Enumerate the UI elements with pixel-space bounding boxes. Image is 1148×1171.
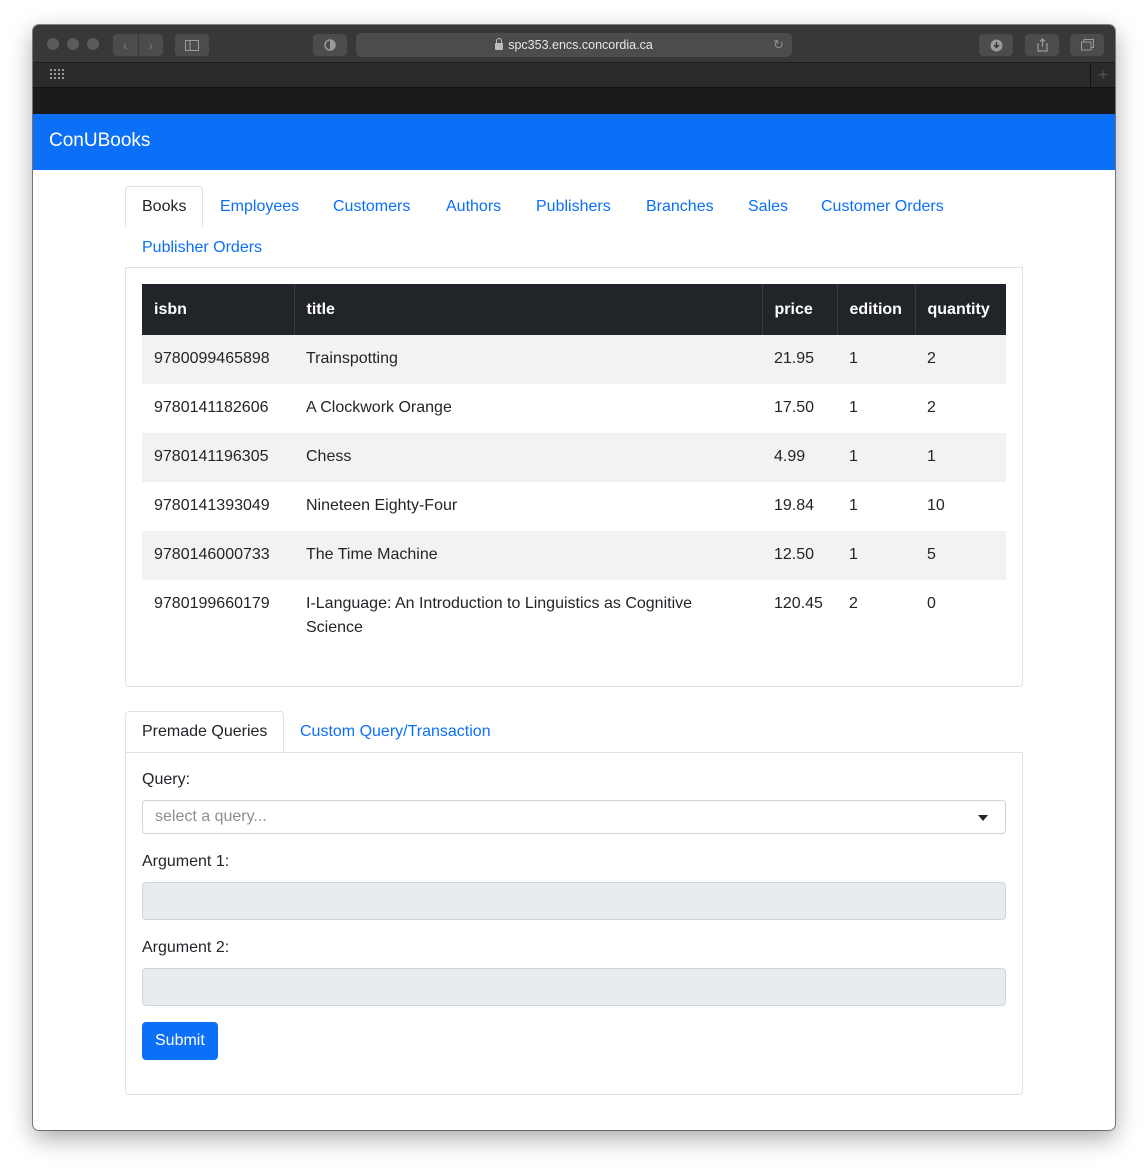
table-row[interactable]: 9780141182606 A Clockwork Orange 17.50 1… [142, 384, 1006, 433]
browser-window: ‹ › spc353.encs.concordia.ca ↻ + ConUBoo… [33, 25, 1115, 1130]
browser-toolbar: ‹ › spc353.encs.concordia.ca ↻ [33, 25, 1115, 63]
submit-button[interactable]: Submit [142, 1022, 218, 1060]
cell-isbn: 9780199660179 [154, 595, 270, 612]
history-nav: ‹ › [113, 34, 163, 56]
cell-edition: 1 [837, 531, 915, 580]
table-row[interactable]: 9780099465898 Trainspotting 21.95 1 2 [142, 335, 1006, 384]
cell-isbn: 9780141393049 [154, 497, 270, 514]
address-bar[interactable]: spc353.encs.concordia.ca ↻ [356, 33, 792, 57]
cell-quantity: 5 [915, 531, 1006, 580]
chevron-down-icon [978, 815, 988, 821]
column-header-title[interactable]: title [294, 284, 763, 335]
sidebar-toggle-icon[interactable] [175, 34, 209, 56]
browser-tab-strip: + [33, 63, 1115, 88]
cell-title: I-Language: An Introduction to Linguisti… [306, 595, 693, 636]
tab-sales[interactable]: Sales [732, 186, 804, 227]
tab-customer-orders[interactable]: Customer Orders [805, 186, 960, 227]
new-tab-icon[interactable]: + [1090, 63, 1115, 88]
cell-title: Chess [294, 433, 762, 482]
tab-branches[interactable]: Branches [630, 186, 730, 227]
tab-premade-queries[interactable]: Premade Queries [125, 711, 285, 752]
url-text: spc353.encs.concordia.ca [508, 38, 653, 52]
cell-price: 120.45 [774, 595, 823, 612]
close-window-icon[interactable] [47, 38, 59, 50]
zoom-window-icon[interactable] [87, 38, 99, 50]
cell-title: Trainspotting [294, 335, 762, 384]
table-row[interactable]: 9780141196305 Chess 4.99 1 1 [142, 433, 1006, 482]
privacy-shield-icon[interactable] [313, 34, 347, 56]
tab-customers[interactable]: Customers [317, 186, 426, 227]
query-form-panel: Query: select a query... Argument 1: Arg… [125, 753, 1023, 1095]
reload-icon[interactable]: ↻ [773, 37, 784, 53]
cell-price: 4.99 [762, 433, 837, 482]
cell-title: The Time Machine [294, 531, 762, 580]
share-icon[interactable] [1025, 34, 1059, 56]
tab-employees[interactable]: Employees [204, 186, 315, 227]
column-header-price[interactable]: price [762, 284, 838, 335]
cell-isbn: 9780099465898 [142, 335, 294, 384]
argument-1-label: Argument 1: [142, 853, 230, 870]
minimize-window-icon[interactable] [67, 38, 79, 50]
lock-icon [495, 37, 504, 50]
tab-custom-query[interactable]: Custom Query/Transaction [284, 711, 507, 752]
query-select[interactable]: select a query... [142, 800, 1006, 834]
argument-2-input[interactable] [142, 968, 1006, 1006]
forward-icon[interactable]: › [138, 34, 163, 56]
column-header-quantity[interactable]: quantity [915, 284, 1006, 335]
cell-quantity: 10 [927, 497, 945, 514]
argument-1-input[interactable] [142, 882, 1006, 920]
table-row[interactable]: 9780146000733 The Time Machine 12.50 1 5 [142, 531, 1006, 580]
cell-price: 12.50 [762, 531, 837, 580]
page-top-band [33, 88, 1115, 114]
tab-publisher-orders[interactable]: Publisher Orders [126, 227, 278, 268]
cell-quantity: 2 [927, 399, 936, 416]
tab-publishers[interactable]: Publishers [520, 186, 627, 227]
entity-tabs: Books Employees Customers Authors Publis… [125, 186, 1023, 268]
cell-isbn: 9780141196305 [142, 433, 294, 482]
query-tabs: Premade Queries Custom Query/Transaction [125, 711, 1023, 753]
books-table-panel: isbn title price edition quantity 978009… [125, 268, 1023, 687]
query-select-placeholder: select a query... [155, 808, 267, 825]
cell-price: 21.95 [762, 335, 837, 384]
cell-price: 17.50 [774, 399, 815, 416]
column-header-edition[interactable]: edition [837, 284, 916, 335]
argument-2-label: Argument 2: [142, 939, 230, 956]
tabs-overview-icon[interactable] [1070, 34, 1104, 56]
cell-isbn: 9780146000733 [142, 531, 294, 580]
cell-title: A Clockwork Orange [306, 399, 452, 416]
tab-books[interactable]: Books [125, 186, 204, 227]
cell-price: 19.84 [774, 497, 815, 514]
grid-icon[interactable] [50, 69, 64, 81]
cell-quantity: 0 [927, 595, 936, 612]
tab-authors[interactable]: Authors [430, 186, 517, 227]
cell-title: Nineteen Eighty-Four [306, 497, 458, 514]
query-label: Query: [142, 771, 191, 788]
brand-logo[interactable]: ConUBooks [49, 130, 150, 152]
back-icon[interactable]: ‹ [113, 34, 138, 56]
main-container: Books Employees Customers Authors Publis… [125, 186, 1023, 1095]
cell-isbn: 9780141182606 [154, 399, 269, 416]
cell-edition: 1 [837, 433, 915, 482]
table-header-row: isbn title price edition quantity [142, 284, 1006, 335]
books-table: isbn title price edition quantity 978009… [142, 284, 1006, 652]
table-row[interactable]: 9780199660179 I-Language: An Introductio… [142, 580, 1006, 652]
column-header-isbn[interactable]: isbn [142, 284, 295, 335]
cell-edition: 1 [849, 497, 858, 514]
downloads-icon[interactable] [979, 34, 1013, 56]
table-row[interactable]: 9780141393049 Nineteen Eighty-Four 19.84… [142, 482, 1006, 531]
cell-edition: 2 [849, 595, 858, 612]
cell-edition: 1 [849, 399, 858, 416]
cell-quantity: 1 [915, 433, 1006, 482]
app-navbar: ConUBooks [33, 114, 1115, 170]
cell-quantity: 2 [915, 335, 1006, 384]
cell-edition: 1 [837, 335, 915, 384]
